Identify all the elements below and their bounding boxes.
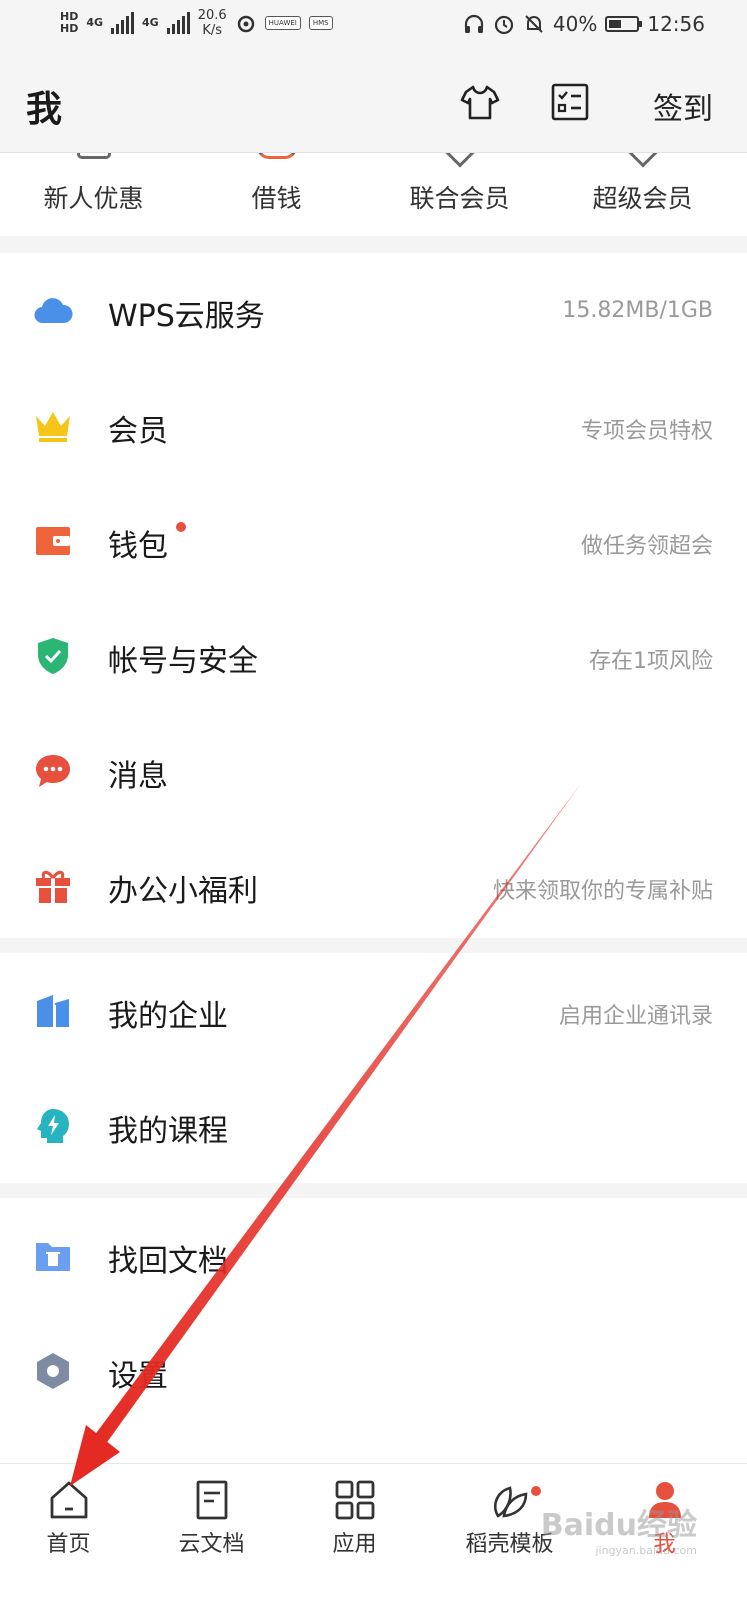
menu-row-membership[interactable]: 会员 专项会员特权 xyxy=(0,368,747,483)
menu-row-settings[interactable]: 设置 xyxy=(0,1313,747,1428)
menu-row-my-courses[interactable]: 我的课程 xyxy=(0,1068,747,1183)
gift-box-icon xyxy=(76,153,111,159)
gift-icon xyxy=(36,870,70,903)
signal-icon xyxy=(111,12,135,34)
alarm-icon xyxy=(494,15,514,35)
quick-item-newbie-offer[interactable]: 新人优惠 xyxy=(0,153,187,236)
page-header: 我 签到 xyxy=(0,52,747,153)
clock: 12:56 xyxy=(647,12,705,36)
document-icon xyxy=(196,1480,227,1520)
headphones-icon xyxy=(464,14,484,33)
crown-icon xyxy=(36,412,70,442)
baidu-watermark: Baidu经验 jingyan.baidu.com xyxy=(540,1508,697,1557)
menu-row-messages[interactable]: 消息 xyxy=(0,713,747,828)
quick-item-super-membership[interactable]: 超级会员 xyxy=(549,153,736,236)
network-type-2: 4G xyxy=(142,16,159,29)
home-icon xyxy=(50,1481,87,1519)
building-icon xyxy=(37,995,69,1027)
menu-row-account-security[interactable]: 帐号与安全 存在1项风险 xyxy=(0,598,747,713)
leaf-icon xyxy=(493,1486,527,1518)
menu-row-recover-documents[interactable]: 找回文档 xyxy=(0,1198,747,1313)
menu-group-enterprise: 我的企业 启用企业通讯录 我的课程 xyxy=(0,953,747,1183)
sign-in-button[interactable]: 签到 xyxy=(653,84,713,128)
tab-apps[interactable]: 应用 xyxy=(280,1464,429,1600)
tab-home[interactable]: 首页 xyxy=(0,1464,143,1600)
folder-trash-icon xyxy=(36,1243,70,1271)
signal-icon-2 xyxy=(166,12,190,34)
network-speed: 20.6 K/s xyxy=(197,8,227,38)
hms-app-icon: HMS xyxy=(308,16,333,30)
skin-shirt-icon[interactable] xyxy=(460,82,500,122)
tab-cloud-docs[interactable]: 云文档 xyxy=(137,1464,286,1600)
quick-item-joint-membership[interactable]: 联合会员 xyxy=(366,153,553,236)
mute-bell-icon xyxy=(525,15,543,33)
wallet-icon xyxy=(36,527,70,555)
hd-indicators: HD HD xyxy=(60,10,79,35)
apps-grid-icon xyxy=(335,1480,374,1520)
wallet-badge-dot xyxy=(176,522,186,532)
menu-row-wps-cloud[interactable]: WPS云服务 15.82MB/1GB xyxy=(0,253,747,368)
status-bar: HD HD 4G 4G 20.6 K/s HUAWEI HMS 40% 12:5… xyxy=(0,0,747,52)
menu-row-my-enterprise[interactable]: 我的企业 启用企业通讯录 xyxy=(0,953,747,1068)
cloud-icon xyxy=(34,298,73,324)
settings-hexagon-icon xyxy=(37,1353,69,1389)
diamond-icon xyxy=(443,153,476,168)
templates-badge-dot xyxy=(531,1486,541,1496)
coin-icon xyxy=(256,153,297,159)
battery-icon xyxy=(605,16,643,32)
chat-bubble-icon xyxy=(36,755,70,787)
menu-row-office-benefits[interactable]: 办公小福利 快来领取你的专属补贴 xyxy=(0,828,747,943)
menu-row-wallet[interactable]: 钱包 做任务领超会 xyxy=(0,483,747,598)
quick-item-borrow[interactable]: 借钱 xyxy=(183,153,370,236)
menu-group-tools: 找回文档 设置 xyxy=(0,1198,747,1463)
quick-actions: 新人优惠 借钱 联合会员 超级会员 xyxy=(0,153,747,236)
diamond-icon xyxy=(626,153,659,168)
course-icon xyxy=(37,1109,69,1143)
page-title: 我 xyxy=(26,89,63,130)
menu-group-main: WPS云服务 15.82MB/1GB 会员 专项会员特权 钱包 做任务领超会 帐… xyxy=(0,253,747,938)
battery-percent: 40% xyxy=(552,12,598,36)
network-type-1: 4G xyxy=(86,16,104,29)
shield-icon xyxy=(38,638,68,674)
huawei-app-icon: HUAWEI xyxy=(264,16,301,30)
weibo-icon xyxy=(237,15,254,33)
task-checklist-icon[interactable] xyxy=(550,82,590,122)
